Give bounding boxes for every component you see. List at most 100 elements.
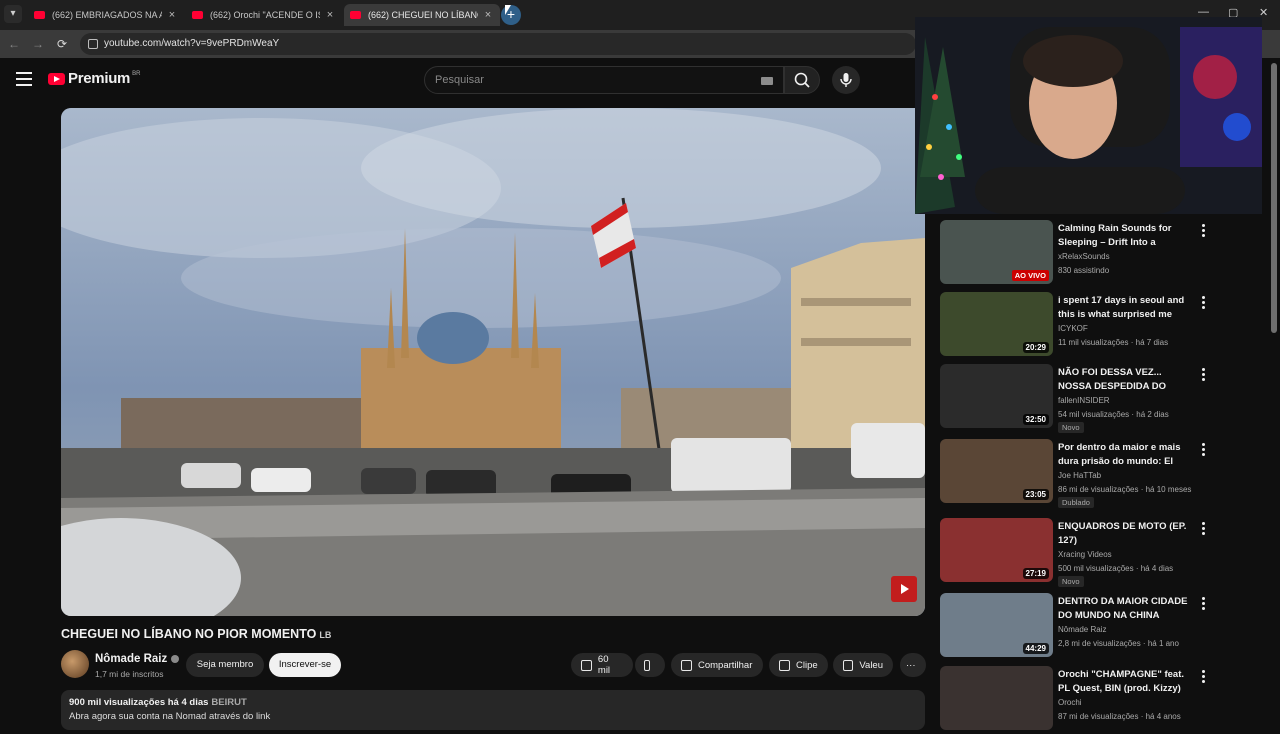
recommendation-channel[interactable]: Xracing Videos bbox=[1058, 550, 1112, 559]
view-count: 900 mil visualizações há 4 dias bbox=[69, 697, 209, 708]
channel-name-text[interactable]: Nômade Raiz bbox=[95, 653, 167, 665]
keyboard-icon[interactable] bbox=[761, 77, 773, 85]
recommendation-item[interactable]: 32:50 NÃO FOI DESSA VEZ... NOSSA DESPEDI… bbox=[940, 364, 1215, 433]
scissors-icon bbox=[779, 659, 790, 671]
video-player[interactable] bbox=[61, 108, 925, 616]
video-title: CHEGUEI NO LÍBANO NO PIOR MOMENTO LB bbox=[61, 627, 331, 641]
video-thumbnail[interactable]: AO VIVO bbox=[940, 220, 1053, 284]
tab-title: (662) CHEGUEI NO LÍBANO NO bbox=[368, 10, 478, 20]
recommendation-title[interactable]: NÃO FOI DESSA VEZ... NOSSA DESPEDIDA DO … bbox=[1058, 366, 1194, 393]
youtube-favicon-icon bbox=[350, 11, 361, 19]
subscribe-button[interactable]: Inscrever-se bbox=[269, 653, 341, 677]
recommendation-title[interactable]: ENQUADROS DE MOTO (EP. 127) bbox=[1058, 520, 1194, 547]
thumbs-down-icon bbox=[644, 659, 650, 671]
description-box[interactable]: 900 mil visualizações há 4 dias BEIRUT Ab… bbox=[61, 690, 925, 730]
video-thumbnail[interactable] bbox=[940, 666, 1053, 730]
share-icon bbox=[681, 659, 692, 671]
recommendation-channel[interactable]: Nômade Raiz bbox=[1058, 625, 1106, 634]
clip-button[interactable]: Clipe bbox=[769, 653, 828, 677]
back-arrow-icon[interactable]: ← bbox=[6, 36, 22, 52]
search-input[interactable]: Pesquisar bbox=[424, 66, 784, 94]
new-badge: Novo bbox=[1058, 422, 1084, 433]
channel-name[interactable]: Nômade Raiz bbox=[95, 653, 180, 665]
youtube-favicon-icon bbox=[34, 11, 45, 19]
share-button[interactable]: Compartilhar bbox=[671, 653, 763, 677]
close-tab-icon[interactable]: × bbox=[166, 9, 178, 21]
video-thumbnail[interactable]: 32:50 bbox=[940, 364, 1053, 428]
recommendation-title[interactable]: DENTRO DA MAIOR CIDADE DO MUNDO NA CHINA bbox=[1058, 595, 1194, 622]
address-bar[interactable]: youtube.com/watch?v=9vePRDmWeaY bbox=[80, 33, 916, 55]
recommendation-item[interactable]: AO VIVO Calming Rain Sounds for Sleeping… bbox=[940, 220, 1215, 288]
close-tab-icon[interactable]: × bbox=[482, 9, 494, 21]
webcam-overlay bbox=[915, 17, 1262, 214]
like-count: 60 mil bbox=[597, 654, 611, 676]
recommendation-item[interactable]: 20:29 i spent 17 days in seoul and this … bbox=[940, 292, 1215, 360]
more-options-icon[interactable] bbox=[1200, 224, 1206, 238]
recommendation-meta: 830 assistindo bbox=[1058, 266, 1110, 275]
recommendation-item[interactable]: 44:29 DENTRO DA MAIOR CIDADE DO MUNDO NA… bbox=[940, 593, 1215, 661]
dubbed-badge: Dublado bbox=[1058, 497, 1094, 508]
forward-arrow-icon[interactable]: → bbox=[30, 36, 46, 52]
recommendation-meta: 54 mil visualizações · há 2 dias bbox=[1058, 410, 1169, 419]
recommendation-meta: 86 mi de visualizações · há 10 meses bbox=[1058, 485, 1192, 494]
logo-region: BR bbox=[132, 70, 141, 77]
more-actions-button[interactable]: ··· bbox=[900, 653, 926, 677]
join-button[interactable]: Seja membro bbox=[186, 653, 264, 677]
youtube-header: Premium BR Pesquisar bbox=[0, 58, 915, 104]
search-icon bbox=[794, 72, 810, 88]
new-tab-button[interactable]: + bbox=[501, 5, 521, 25]
like-button[interactable]: 60 mil bbox=[571, 653, 633, 677]
more-options-icon[interactable] bbox=[1200, 368, 1206, 382]
close-tab-icon[interactable]: × bbox=[324, 9, 336, 21]
more-options-icon[interactable] bbox=[1200, 522, 1206, 536]
recommendation-title[interactable]: Calming Rain Sounds for Sleeping – Drift… bbox=[1058, 222, 1194, 249]
page-scrollbar[interactable] bbox=[1271, 63, 1277, 333]
tab-title: (662) EMBRIAGADOS NA ACADE bbox=[52, 10, 162, 20]
youtube-premium-logo[interactable]: Premium BR bbox=[48, 70, 140, 87]
title-flag: LB bbox=[319, 630, 332, 640]
recommendation-channel[interactable]: Joe HaTTab bbox=[1058, 471, 1101, 480]
dislike-button[interactable] bbox=[635, 653, 665, 677]
recommendation-item[interactable]: Orochi "CHAMPAGNE" feat. PL Quest, BIN (… bbox=[940, 666, 1215, 734]
search-button[interactable] bbox=[784, 66, 820, 94]
recommendation-title[interactable]: Por dentro da maior e mais dura prisão d… bbox=[1058, 441, 1194, 468]
reload-icon[interactable]: ⟳ bbox=[54, 36, 70, 52]
channel-avatar[interactable] bbox=[61, 650, 89, 678]
channel-watermark-icon[interactable] bbox=[891, 576, 917, 602]
youtube-favicon-icon bbox=[192, 11, 203, 19]
url-text[interactable]: youtube.com/watch?v=9vePRDmWeaY bbox=[104, 38, 279, 49]
video-thumbnail[interactable]: 27:19 bbox=[940, 518, 1053, 582]
more-options-icon[interactable] bbox=[1200, 597, 1206, 611]
mouse-cursor-icon bbox=[505, 5, 511, 15]
more-options-icon[interactable] bbox=[1200, 296, 1206, 310]
more-options-icon[interactable] bbox=[1200, 670, 1206, 684]
site-info-icon[interactable] bbox=[88, 39, 98, 49]
more-options-icon[interactable] bbox=[1200, 443, 1206, 457]
youtube-logo-icon bbox=[48, 72, 65, 85]
clip-label: Clipe bbox=[796, 659, 818, 671]
recommendation-item[interactable]: 23:05 Por dentro da maior e mais dura pr… bbox=[940, 439, 1215, 508]
thanks-button[interactable]: Valeu bbox=[833, 653, 893, 677]
browser-tab-1[interactable]: (662) EMBRIAGADOS NA ACADE × bbox=[28, 4, 184, 26]
menu-icon[interactable] bbox=[16, 72, 32, 86]
tab-search-button[interactable]: ▾ bbox=[4, 5, 22, 23]
video-thumbnail[interactable]: 20:29 bbox=[940, 292, 1053, 356]
video-thumbnail[interactable]: 44:29 bbox=[940, 593, 1053, 657]
recommendation-channel[interactable]: xRelaxSounds bbox=[1058, 252, 1110, 261]
thumbs-up-icon bbox=[581, 659, 592, 671]
recommendation-channel[interactable]: fallenINSIDER bbox=[1058, 396, 1110, 405]
browser-tab-3-active[interactable]: (662) CHEGUEI NO LÍBANO NO × bbox=[344, 4, 500, 26]
recommendation-title[interactable]: i spent 17 days in seoul and this is wha… bbox=[1058, 294, 1194, 321]
subscriber-count: 1,7 mi de inscritos bbox=[95, 669, 164, 679]
duration-badge: 32:50 bbox=[1022, 414, 1049, 425]
recommendation-channel[interactable]: Orochi bbox=[1058, 698, 1082, 707]
voice-search-button[interactable] bbox=[832, 66, 860, 94]
new-badge: Novo bbox=[1058, 576, 1084, 587]
recommendation-item[interactable]: 27:19 ENQUADROS DE MOTO (EP. 127) Xracin… bbox=[940, 518, 1215, 587]
description-text: Abra agora sua conta na Nomad através do… bbox=[69, 711, 271, 722]
recommendation-channel[interactable]: ICYKOF bbox=[1058, 324, 1088, 333]
video-thumbnail[interactable]: 23:05 bbox=[940, 439, 1053, 503]
recommendation-title[interactable]: Orochi "CHAMPAGNE" feat. PL Quest, BIN (… bbox=[1058, 668, 1194, 695]
browser-tab-2[interactable]: (662) Orochi "ACENDE O ISQUE × bbox=[186, 4, 342, 26]
location-tag[interactable]: BEIRUT bbox=[211, 697, 246, 708]
